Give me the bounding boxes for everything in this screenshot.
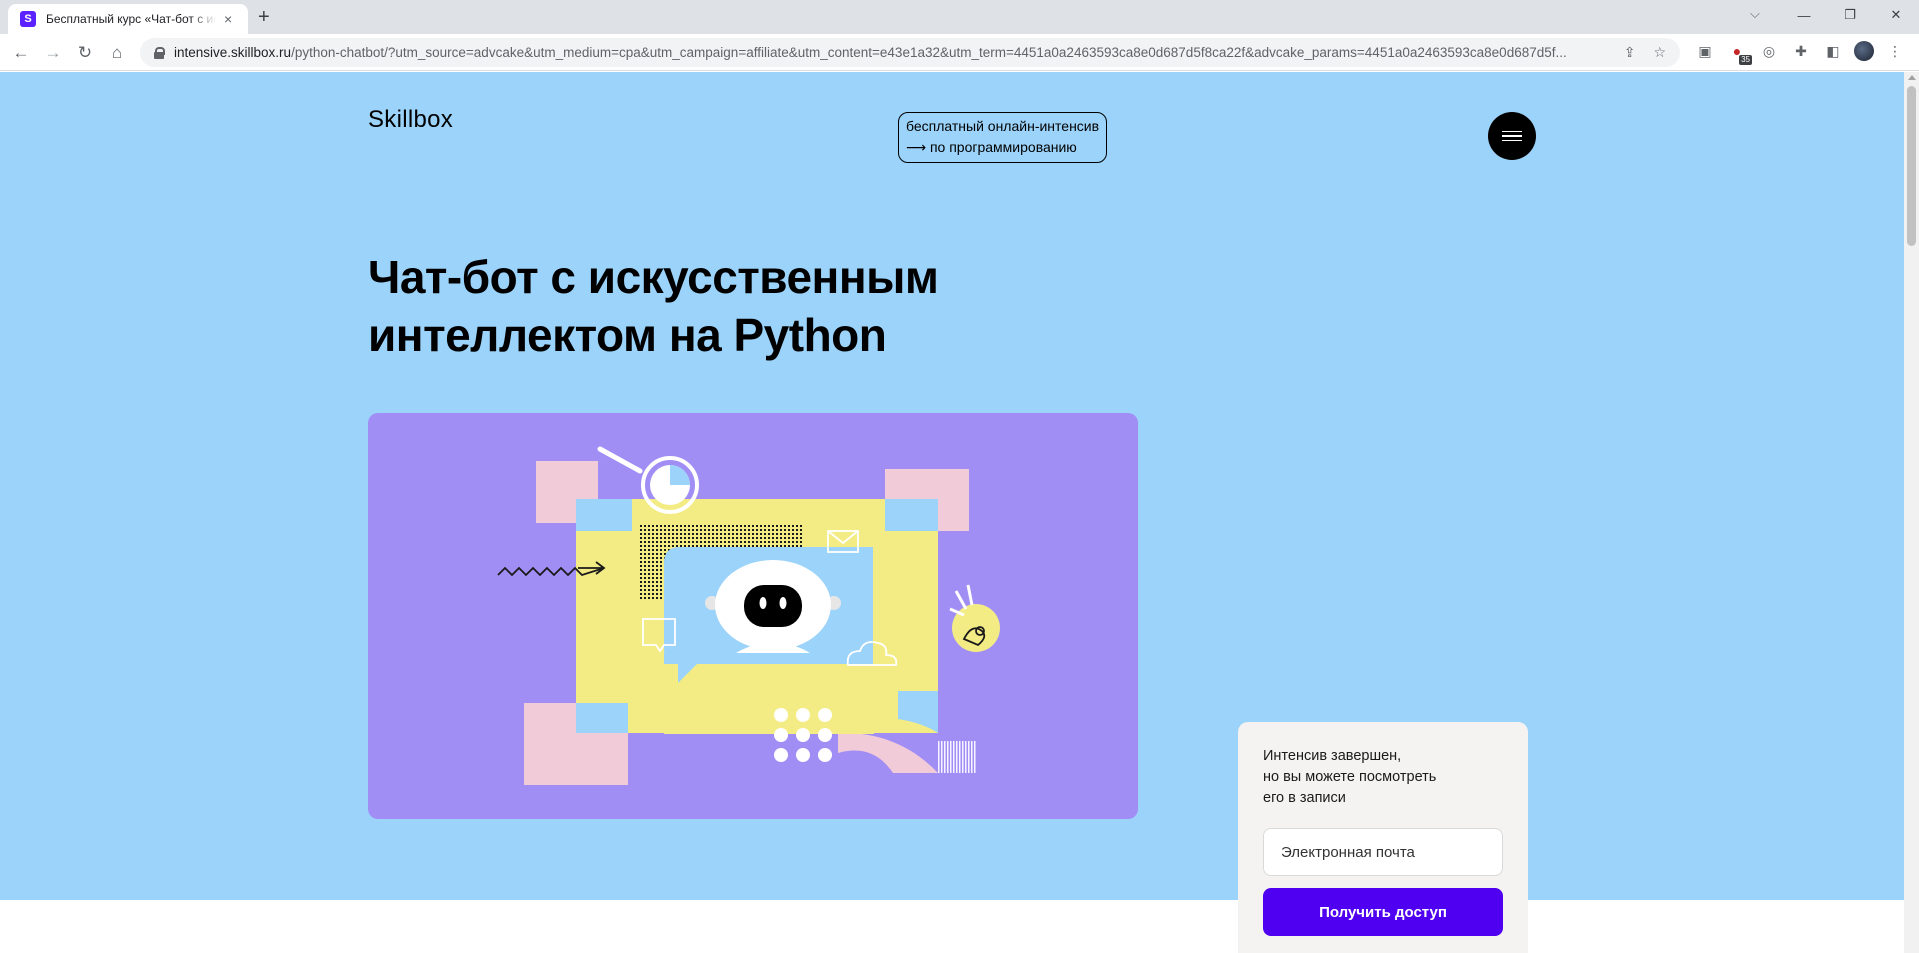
hero-illustration: [368, 413, 1138, 819]
title-line-2: интеллектом на Python: [368, 309, 887, 361]
browser-tab-active[interactable]: S Бесплатный курс «Чат-бот с искусственн…: [8, 4, 248, 34]
home-icon[interactable]: ⌂: [104, 40, 130, 66]
extension-badge: 35: [1739, 55, 1752, 65]
tag-line-1: бесплатный онлайн-интенсив: [906, 118, 1100, 134]
bookmark-star-icon[interactable]: ☆: [1653, 44, 1666, 61]
get-access-button[interactable]: Получить доступ: [1263, 888, 1503, 936]
chatbot-illustration: [497, 446, 1000, 785]
menu-line-icon: [1502, 135, 1522, 137]
blue-tile: [885, 499, 938, 531]
url-path: /python-chatbot/?utm_source=advcake&utm_…: [291, 45, 1567, 60]
browser-toolbar: ← → ↻ ⌂ intensive.skillbox.ru/python-cha…: [0, 34, 1919, 71]
hamburger-menu-button[interactable]: [1488, 112, 1536, 160]
extension-circle-icon[interactable]: ◎: [1758, 40, 1780, 62]
title-line-1: Чат-бот с искусственным: [368, 251, 939, 303]
omnibox-actions: ⇪ ☆: [1624, 44, 1666, 61]
light-bulb-icon: [949, 584, 1000, 652]
browser-menu-icon[interactable]: ⋮: [1884, 40, 1906, 62]
profile-avatar[interactable]: [1854, 41, 1874, 61]
extension-adblock-icon[interactable]: ● 35: [1726, 40, 1752, 65]
extension-icons: ▣ ● 35 ◎ ✚ ◧ ⋮: [1694, 40, 1906, 65]
extension-screenshot-icon[interactable]: ▣: [1694, 40, 1716, 62]
hero-section: Skillbox бесплатный онлайн-интенсив ⟶ по…: [0, 72, 1904, 900]
extensions-puzzle-icon[interactable]: ✚: [1790, 40, 1812, 62]
signup-message-line-3: его в записи: [1263, 790, 1346, 806]
scroll-thumb[interactable]: [1907, 86, 1916, 246]
side-panel-icon[interactable]: ◧: [1822, 40, 1844, 62]
menu-line-icon: [1502, 130, 1522, 133]
blue-tile: [576, 499, 632, 531]
lock-icon[interactable]: [154, 46, 165, 59]
menu-line-icon: [1502, 139, 1522, 142]
tab-close-icon[interactable]: ×: [224, 11, 232, 27]
url-host: intensive.skillbox.ru: [174, 45, 292, 60]
tab-title: Бесплатный курс «Чат-бот с искусственным…: [46, 12, 216, 26]
close-window-icon[interactable]: ✕: [1873, 0, 1919, 30]
signup-message: Интенсив завершен, но вы можете посмотре…: [1263, 746, 1436, 809]
signup-card: Интенсив завершен, но вы можете посмотре…: [1238, 722, 1528, 953]
new-tab-button[interactable]: +: [258, 6, 270, 28]
blue-tile: [576, 703, 628, 733]
forward-icon[interactable]: →: [40, 40, 66, 66]
signup-message-line-1: Интенсив завершен,: [1263, 748, 1402, 764]
dots-grid: [774, 708, 832, 762]
skillbox-favicon-icon: S: [20, 11, 36, 27]
window-controls: — ❐ ✕: [1781, 0, 1919, 30]
email-field[interactable]: [1263, 828, 1503, 876]
tag-line-2: ⟶ по программированию: [906, 139, 1077, 155]
intensive-tag: бесплатный онлайн-интенсив ⟶ по программ…: [898, 112, 1108, 163]
reload-icon[interactable]: ↻: [72, 40, 98, 66]
white-grid-pattern: [938, 741, 976, 773]
share-icon[interactable]: ⇪: [1624, 44, 1636, 61]
screen-bottom: [664, 653, 873, 664]
tab-search-chevron-icon[interactable]: ⌵: [1750, 6, 1760, 22]
url-text[interactable]: intensive.skillbox.ru/python-chatbot/?ut…: [174, 45, 1634, 60]
back-icon[interactable]: ←: [8, 40, 34, 66]
page-scrollbar[interactable]: [1904, 72, 1919, 953]
minimize-icon[interactable]: —: [1781, 0, 1827, 30]
page-title: Чат-бот с искусственным интеллектом на P…: [368, 248, 939, 364]
scroll-up-arrow-icon[interactable]: [1908, 75, 1916, 80]
address-bar[interactable]: intensive.skillbox.ru/python-chatbot/?ut…: [140, 38, 1680, 67]
skillbox-logo[interactable]: Skillbox: [368, 106, 453, 134]
browser-tab-strip: S Бесплатный курс «Чат-бот с искусственн…: [0, 0, 1919, 34]
yellow-frame-lower: [664, 664, 874, 734]
pink-arc: [838, 732, 938, 773]
restore-icon[interactable]: ❐: [1827, 0, 1873, 30]
signup-message-line-2: но вы можете посмотреть: [1263, 769, 1437, 785]
web-page: Skillbox бесплатный онлайн-интенсив ⟶ по…: [0, 72, 1904, 953]
